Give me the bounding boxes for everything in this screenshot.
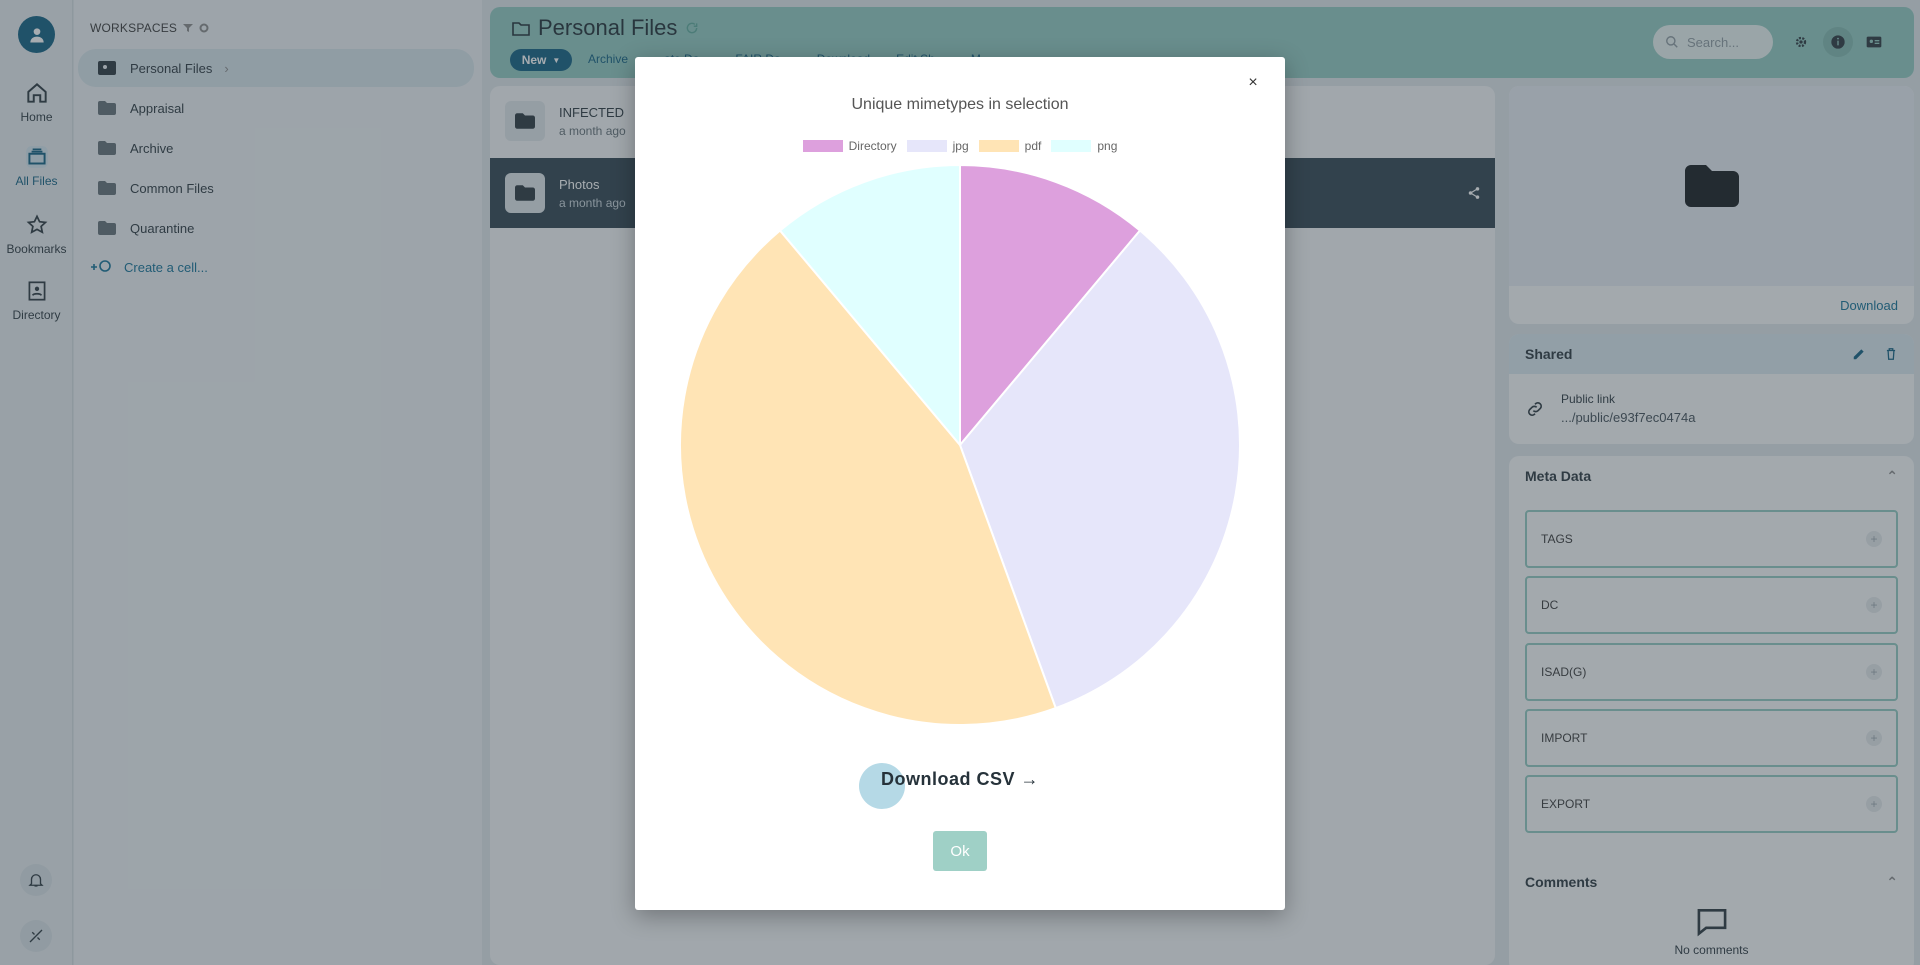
close-button[interactable]: × bbox=[1243, 73, 1263, 93]
legend-label: Directory bbox=[848, 139, 897, 153]
legend-swatch bbox=[978, 140, 1019, 152]
download-csv-button[interactable]: Download CSV → bbox=[635, 769, 1285, 790]
legend-label: pdf bbox=[1024, 139, 1042, 153]
mimetypes-dialog: × Unique mimetypes in selection Director… bbox=[635, 57, 1285, 910]
chart-legend: Directory jpg pdf png bbox=[635, 139, 1285, 153]
legend-label: jpg bbox=[952, 139, 969, 153]
mimetype-pie-chart bbox=[679, 164, 1241, 726]
legend-item[interactable]: png bbox=[1051, 139, 1117, 153]
legend-swatch bbox=[1051, 140, 1092, 152]
chart-title: Unique mimetypes in selection bbox=[851, 96, 1069, 113]
ok-button[interactable]: Ok bbox=[933, 831, 987, 871]
legend-swatch bbox=[906, 140, 947, 152]
legend-item[interactable]: jpg bbox=[906, 139, 969, 153]
legend-item[interactable]: pdf bbox=[978, 139, 1042, 153]
legend-label: png bbox=[1097, 139, 1118, 153]
legend-swatch bbox=[802, 140, 843, 152]
legend-item[interactable]: Directory bbox=[802, 139, 897, 153]
